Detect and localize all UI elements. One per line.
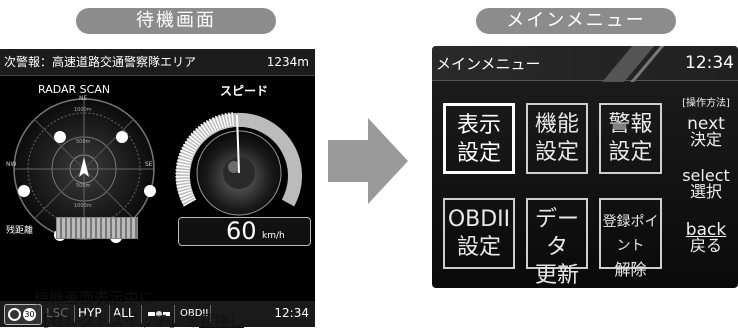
speedometer-gauge	[175, 112, 302, 216]
operation-guide-label: [操作方法]	[682, 98, 730, 109]
tile-line-1: 機能	[534, 112, 579, 137]
radar-target-dot	[116, 131, 128, 143]
tile-line-2: 更新	[534, 263, 579, 288]
select-guide: select 選択	[674, 168, 738, 200]
remaining-distance-label: 残距離	[6, 226, 34, 236]
tile-line-1: 警報	[608, 112, 653, 137]
caption-line-2-text: 【セレクトスイッチ】を	[34, 312, 200, 330]
speed-value: 60	[226, 217, 257, 245]
next-guide: next 決定	[674, 116, 738, 148]
menu-time: 12:34	[685, 53, 734, 73]
tile-line-2: 設定	[534, 140, 579, 165]
radar-target-dot	[18, 185, 30, 197]
registered-point-clear-tile[interactable]: 登録ポイント 解除	[599, 198, 662, 279]
menu-title: メインメニュー	[436, 55, 541, 73]
tile-line-2: 設定	[456, 141, 501, 166]
data-update-tile[interactable]: データ 更新	[526, 198, 588, 288]
radar-ring-label: 1000m	[74, 107, 92, 113]
main-menu-header: メインメニュー	[476, 8, 676, 34]
radar-target-dot	[54, 131, 66, 143]
caption-line-1: 待機画面表示中に	[34, 289, 155, 307]
tile-line-2: 解除	[614, 260, 647, 279]
transition-arrow-icon	[328, 118, 408, 204]
back-guide: back 戻る	[674, 222, 738, 254]
select-guide-jp: 選択	[689, 182, 722, 201]
standby-screen-header: 待機画面	[76, 8, 276, 34]
radar-dir-se: SE	[145, 161, 153, 168]
next-alert-bar: 次警報：高速道路交通警察隊エリア 1234m	[0, 49, 315, 76]
caption-line-2: 【セレクトスイッチ】を長押し	[34, 310, 244, 331]
radar-ring-label: 500m	[76, 139, 91, 145]
alert-distance: 1234m	[266, 55, 309, 69]
radar-ring-label: 1000m	[74, 203, 92, 209]
next-alert-text: 次警報：高速道路交通警察隊エリア	[4, 55, 197, 69]
radar-dir-ne: NE	[79, 95, 88, 102]
tile-line-2: 設定	[608, 140, 653, 165]
tile-line-1: 表示	[456, 113, 501, 138]
next-guide-jp: 決定	[689, 130, 722, 149]
tile-line-1: 登録ポイント	[602, 214, 659, 254]
alarm-settings-tile[interactable]: 警報 設定	[599, 103, 662, 174]
main-menu-screen: メインメニュー 12:34 表示 設定 機能 設定 警報 設定 OBDII 設定…	[432, 46, 738, 288]
caption-long-press: 長押し	[199, 312, 245, 330]
radar-ring-label: 500m	[76, 183, 91, 189]
tile-line-1: データ	[534, 207, 579, 260]
speed-title: スピード	[220, 84, 269, 98]
radar-target-dot	[144, 185, 156, 197]
obd-settings-tile[interactable]: OBDII 設定	[443, 198, 515, 269]
back-guide-jp: 戻る	[689, 236, 722, 255]
function-settings-tile[interactable]: 機能 設定	[526, 103, 588, 174]
radar-dir-nw: NW	[6, 161, 17, 168]
no-entry-icon	[8, 308, 21, 321]
speed-unit: km/h	[262, 231, 285, 241]
tile-line-1: OBDII	[447, 207, 511, 232]
standby-screen: 次警報：高速道路交通警察隊エリア 1234m RADAR SCAN NE SE …	[0, 49, 315, 327]
display-settings-tile[interactable]: 表示 設定	[443, 103, 515, 174]
remaining-distance-bar	[56, 217, 138, 239]
status-time: 12:34	[274, 306, 309, 320]
tile-line-2: 設定	[456, 235, 501, 260]
menu-title-bar: メインメニュー 12:34	[432, 46, 738, 82]
